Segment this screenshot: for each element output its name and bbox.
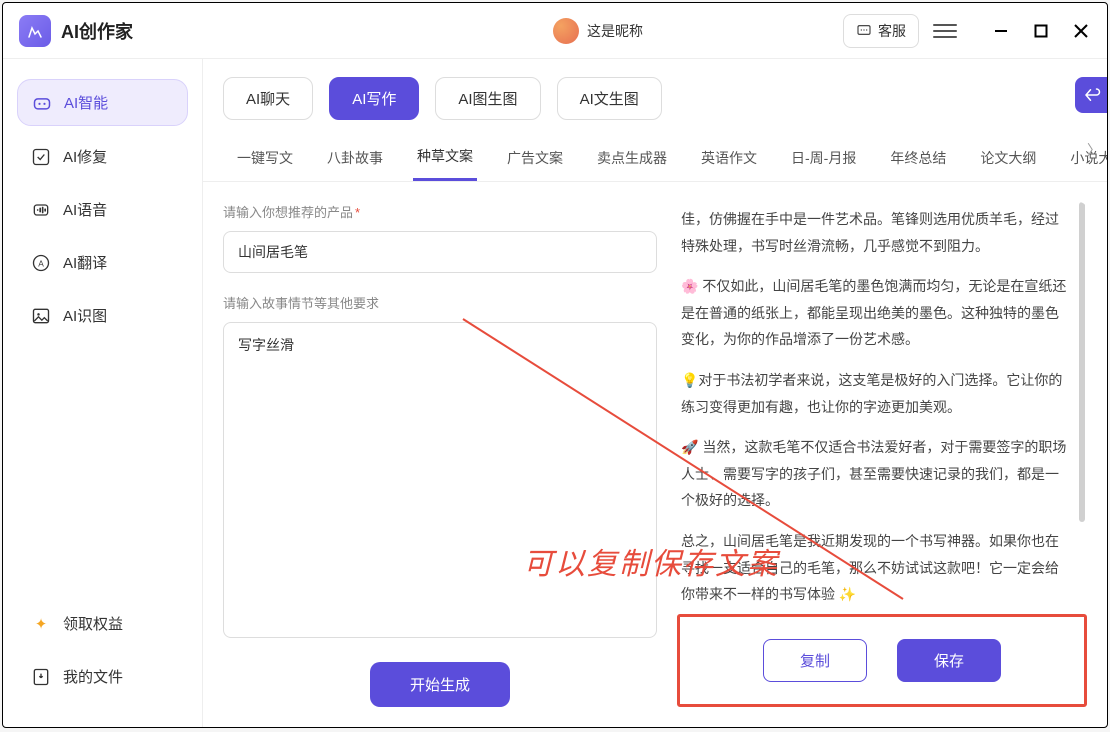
output-paragraph: 🌸 不仅如此，山间居毛笔的墨色饱满而均匀，无论是在宣纸还是在普通的纸张上，都能呈…: [681, 273, 1069, 353]
input-panel: 请输入你想推荐的产品* 请输入故事情节等其他要求 开始生成: [223, 202, 657, 707]
avatar: [553, 18, 579, 44]
maximize-button[interactable]: [1031, 21, 1051, 41]
product-input[interactable]: [223, 231, 657, 273]
save-button[interactable]: 保存: [897, 639, 1001, 682]
sub-tab[interactable]: 论文大纲: [976, 140, 1040, 180]
close-button[interactable]: [1071, 21, 1091, 41]
chat-icon: [856, 23, 872, 39]
sub-tab[interactable]: 一键写文: [233, 140, 297, 180]
tab-ai-write[interactable]: AI写作: [329, 77, 419, 120]
sub-tab[interactable]: 年终总结: [886, 140, 950, 180]
sidebar-item-benefits[interactable]: ✦ 领取权益: [17, 601, 188, 646]
sidebar-item-label: AI修复: [63, 146, 107, 167]
scrollbar[interactable]: [1079, 202, 1085, 590]
product-field-label: 请输入你想推荐的产品*: [223, 202, 657, 221]
titlebar: AI创作家 这是昵称 客服: [3, 3, 1107, 59]
sub-tab[interactable]: 八卦故事: [323, 140, 387, 180]
sidebar-item-label: AI翻译: [63, 252, 107, 273]
action-row: 复制 保存: [677, 614, 1087, 707]
image-icon: [31, 306, 51, 326]
copy-button[interactable]: 复制: [763, 639, 867, 682]
sub-tab[interactable]: 日-周-月报: [787, 140, 860, 180]
sidebar-item-ai-image[interactable]: AI识图: [17, 293, 188, 338]
output-paragraph: 💡对于书法初学者来说，这支笔是极好的入门选择。它让你的练习变得更加有趣，也让你的…: [681, 367, 1069, 420]
sidebar-item-my-files[interactable]: 我的文件: [17, 654, 188, 699]
menu-icon[interactable]: [933, 19, 957, 43]
voice-icon: [31, 200, 51, 220]
main-area: AI聊天 AI写作 AI图生图 AI文生图 一键写文 八卦故事 种草文案 广告文…: [203, 59, 1107, 727]
main-tabs: AI聊天 AI写作 AI图生图 AI文生图: [203, 59, 1107, 130]
sidebar-item-label: AI识图: [63, 305, 107, 326]
sidebar-item-label: AI智能: [64, 92, 108, 113]
support-label: 客服: [878, 21, 906, 41]
svg-text:A: A: [38, 258, 44, 268]
tab-ai-txt2img[interactable]: AI文生图: [557, 77, 662, 120]
app-window: AI创作家 这是昵称 客服 AI智能 AI修复: [2, 2, 1108, 728]
sub-tabs: 一键写文 八卦故事 种草文案 广告文案 卖点生成器 英语作文 日-周-月报 年终…: [203, 130, 1107, 182]
gift-icon: ✦: [31, 614, 51, 634]
sidebar-item-ai-voice[interactable]: AI语音: [17, 187, 188, 232]
repair-icon: [31, 147, 51, 167]
sidebar-item-label: 领取权益: [63, 613, 123, 634]
generate-button[interactable]: 开始生成: [370, 662, 510, 707]
tab-ai-chat[interactable]: AI聊天: [223, 77, 313, 120]
sparkle-icon: [32, 93, 52, 113]
chevron-right-icon[interactable]: 〉: [1087, 140, 1101, 160]
sub-tab[interactable]: 广告文案: [503, 140, 567, 180]
sidebar-item-ai-repair[interactable]: AI修复: [17, 134, 188, 179]
sidebar-item-ai-translate[interactable]: A AI翻译: [17, 240, 188, 285]
sub-tab[interactable]: 卖点生成器: [593, 140, 671, 180]
nickname: 这是昵称: [587, 21, 643, 41]
translate-icon: A: [31, 253, 51, 273]
support-button[interactable]: 客服: [843, 14, 919, 48]
folder-icon: [31, 667, 51, 687]
output-paragraph: 总之，山间居毛笔是我近期发现的一个书写神器。如果你也在寻找一支适合自己的毛笔，那…: [681, 528, 1069, 606]
sidebar-item-label: 我的文件: [63, 666, 123, 687]
sub-tab-active[interactable]: 种草文案: [413, 138, 477, 181]
output-panel: 佳，仿佛握在手中是一件艺术品。笔锋则选用优质羊毛，经过特殊处理，书写时丝滑流畅，…: [677, 202, 1087, 707]
minimize-button[interactable]: [991, 21, 1011, 41]
detail-textarea[interactable]: [223, 322, 657, 638]
app-title: AI创作家: [61, 18, 133, 44]
sidebar-item-label: AI语音: [63, 199, 107, 220]
output-paragraph: 佳，仿佛握在手中是一件艺术品。笔锋则选用优质羊毛，经过特殊处理，书写时丝滑流畅，…: [681, 206, 1069, 259]
sidebar-item-ai-smart[interactable]: AI智能: [17, 79, 188, 126]
back-button[interactable]: [1075, 77, 1107, 113]
user-area[interactable]: 这是昵称: [553, 18, 643, 44]
detail-field-label: 请输入故事情节等其他要求: [223, 293, 657, 312]
app-logo-icon: [19, 15, 51, 47]
tab-ai-img2img[interactable]: AI图生图: [435, 77, 540, 120]
sub-tab[interactable]: 英语作文: [697, 140, 761, 180]
sidebar: AI智能 AI修复 AI语音 A AI翻译 AI识图 ✦ 领取权益: [3, 59, 203, 727]
output-paragraph: 🚀 当然，这款毛笔不仅适合书法爱好者，对于需要签字的职场人士、需要写字的孩子们，…: [681, 434, 1069, 514]
output-text[interactable]: 佳，仿佛握在手中是一件艺术品。笔锋则选用优质羊毛，经过特殊处理，书写时丝滑流畅，…: [677, 202, 1087, 606]
